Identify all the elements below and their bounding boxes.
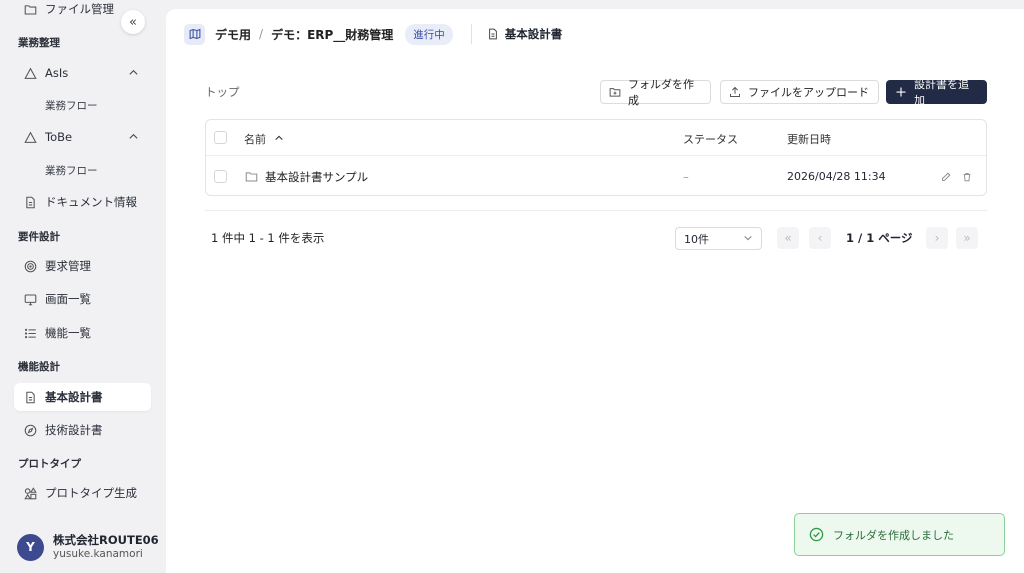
map-icon[interactable] <box>184 23 205 45</box>
sidebar-item-label: 技術設計書 <box>45 423 103 437</box>
folder-icon <box>245 170 258 186</box>
row-checkbox[interactable] <box>214 170 227 183</box>
user-org: 株式会社ROUTE06 <box>53 533 159 547</box>
first-page-button[interactable]: « <box>777 227 799 249</box>
document-icon <box>24 196 37 209</box>
list-icon <box>24 327 37 340</box>
chevron-down-icon <box>743 233 753 246</box>
sidebar-item-label: ドキュメント情報 <box>45 195 137 209</box>
folder-path-top[interactable]: トップ <box>205 84 240 100</box>
select-all-checkbox[interactable] <box>214 131 227 144</box>
sidebar-item-document-info[interactable]: ドキュメント情報 <box>14 188 151 216</box>
sidebar-item-label: 業務フロー <box>45 164 98 177</box>
chevron-up-icon[interactable] <box>128 67 139 81</box>
sidebar-item-label: 基本設計書 <box>45 390 103 404</box>
last-page-button[interactable]: » <box>956 227 978 249</box>
folder-plus-icon <box>609 86 621 98</box>
create-folder-button[interactable]: フォルダを作成 <box>600 78 711 107</box>
document-icon <box>24 391 37 404</box>
edit-icon[interactable] <box>941 171 951 185</box>
collapse-sidebar-button[interactable]: « <box>121 10 145 34</box>
chevron-left-icon: ‹ <box>817 231 823 245</box>
section-label-business: 業務整理 <box>18 37 60 49</box>
main-panel: デモ用 / デモ：ERP__財務管理 進行中 基本設計書 トップ フォルダを作成… <box>166 9 1024 573</box>
plus-icon <box>895 86 907 98</box>
breadcrumb: デモ用 / デモ：ERP__財務管理 進行中 基本設計書 <box>166 9 1024 59</box>
double-chevron-left-icon: « <box>784 231 792 245</box>
sidebar-item-label: プロトタイプ生成 <box>45 486 137 500</box>
column-header-name-label: 名前 <box>244 133 266 146</box>
sidebar-item-label: AsIs <box>45 66 69 80</box>
section-label-prototype: プロトタイプ <box>18 458 81 470</box>
sidebar-item-label: 要求管理 <box>45 259 91 273</box>
upload-icon <box>729 86 741 98</box>
section-label-functional: 機能設計 <box>18 361 60 373</box>
upload-file-button[interactable]: ファイルをアップロード <box>720 80 879 104</box>
chevron-up-icon[interactable] <box>128 131 139 145</box>
table-header: 名前 ステータス 更新日時 <box>206 120 986 156</box>
double-chevron-right-icon: » <box>963 231 971 245</box>
sidebar-item-asis[interactable]: AsIs <box>14 59 151 87</box>
sidebar-item-tobe[interactable]: ToBe <box>14 123 151 151</box>
divider <box>470 24 472 44</box>
trash-icon[interactable] <box>962 171 972 185</box>
breadcrumb-separator: / <box>259 27 264 41</box>
sidebar-item-asis-flow[interactable]: 業務フロー <box>14 91 151 119</box>
chevron-right-icon: › <box>934 231 940 245</box>
triangle-icon <box>24 67 37 80</box>
breadcrumb-app[interactable]: デモ：ERP__財務管理 <box>271 26 393 43</box>
per-page-value: 10件 <box>684 232 709 246</box>
sort-asc-icon[interactable] <box>274 133 284 146</box>
sidebar-item-function-list[interactable]: 機能一覧 <box>14 319 151 347</box>
sidebar-item-tobe-flow[interactable]: 業務フロー <box>14 156 151 184</box>
shapes-icon <box>24 486 37 500</box>
sidebar-item-basic-design[interactable]: 基本設計書 <box>14 383 151 411</box>
folder-icon <box>24 3 37 16</box>
file-table: 名前 ステータス 更新日時 基本設計書サンプル – 2026/04/28 11:… <box>205 119 987 196</box>
sidebar-item-label: ファイル管理 <box>45 2 114 16</box>
section-label-requirements: 要件設計 <box>18 231 60 243</box>
sidebar-item-label: 機能一覧 <box>45 326 91 340</box>
user-profile[interactable]: Y 株式会社ROUTE06 yusuke.kanamori <box>17 533 159 561</box>
sidebar: ファイル管理 « 業務整理 AsIs 業務フロー ToBe 業務フロー ドキュメ… <box>0 0 166 573</box>
sidebar-item-prototype-gen[interactable]: プロトタイプ生成 <box>14 479 151 507</box>
document-icon <box>487 28 499 40</box>
create-folder-label: フォルダを作成 <box>628 78 694 107</box>
breadcrumb-project[interactable]: デモ用 <box>215 26 251 43</box>
column-header-updated: 更新日時 <box>787 133 831 146</box>
row-name[interactable]: 基本設計書サンプル <box>265 169 368 185</box>
compass-icon <box>24 424 37 437</box>
target-icon <box>24 260 37 273</box>
column-header-status: ステータス <box>683 133 738 146</box>
row-updated: 2026/04/28 11:34 <box>787 170 886 183</box>
table-row[interactable]: 基本設計書サンプル – 2026/04/28 11:34 <box>206 157 986 197</box>
sidebar-item-label: ToBe <box>45 130 73 144</box>
add-design-button[interactable]: 設計書を追加 <box>886 78 987 107</box>
status-badge: 進行中 <box>405 23 453 45</box>
check-circle-icon <box>809 527 824 542</box>
sidebar-item-screen-list[interactable]: 画面一覧 <box>14 285 151 313</box>
toast-message: フォルダを作成しました <box>833 528 954 542</box>
page-title: 基本設計書 <box>504 27 563 41</box>
sidebar-item-tech-design[interactable]: 技術設計書 <box>14 416 151 444</box>
sidebar-item-label: 業務フロー <box>45 99 98 112</box>
add-design-label: 設計書を追加 <box>914 78 969 107</box>
avatar: Y <box>17 533 44 561</box>
next-page-button[interactable]: › <box>926 227 948 249</box>
result-count: 1 件中 1 - 1 件を表示 <box>211 231 325 245</box>
success-toast[interactable]: フォルダを作成しました <box>794 513 1005 556</box>
page-indicator: 1 / 1 ページ <box>846 231 913 245</box>
per-page-select[interactable]: 10件 <box>675 227 762 250</box>
sidebar-item-label: 画面一覧 <box>45 292 91 306</box>
sidebar-item-requirements[interactable]: 要求管理 <box>14 252 151 280</box>
column-header-name[interactable]: 名前 <box>244 131 284 147</box>
double-chevron-left-icon: « <box>129 14 137 30</box>
triangle-icon <box>24 131 37 144</box>
user-name: yusuke.kanamori <box>53 548 143 560</box>
prev-page-button[interactable]: ‹ <box>809 227 831 249</box>
upload-file-label: ファイルをアップロード <box>748 86 869 99</box>
row-status: – <box>683 170 689 184</box>
divider <box>205 210 987 211</box>
monitor-icon <box>24 293 37 306</box>
